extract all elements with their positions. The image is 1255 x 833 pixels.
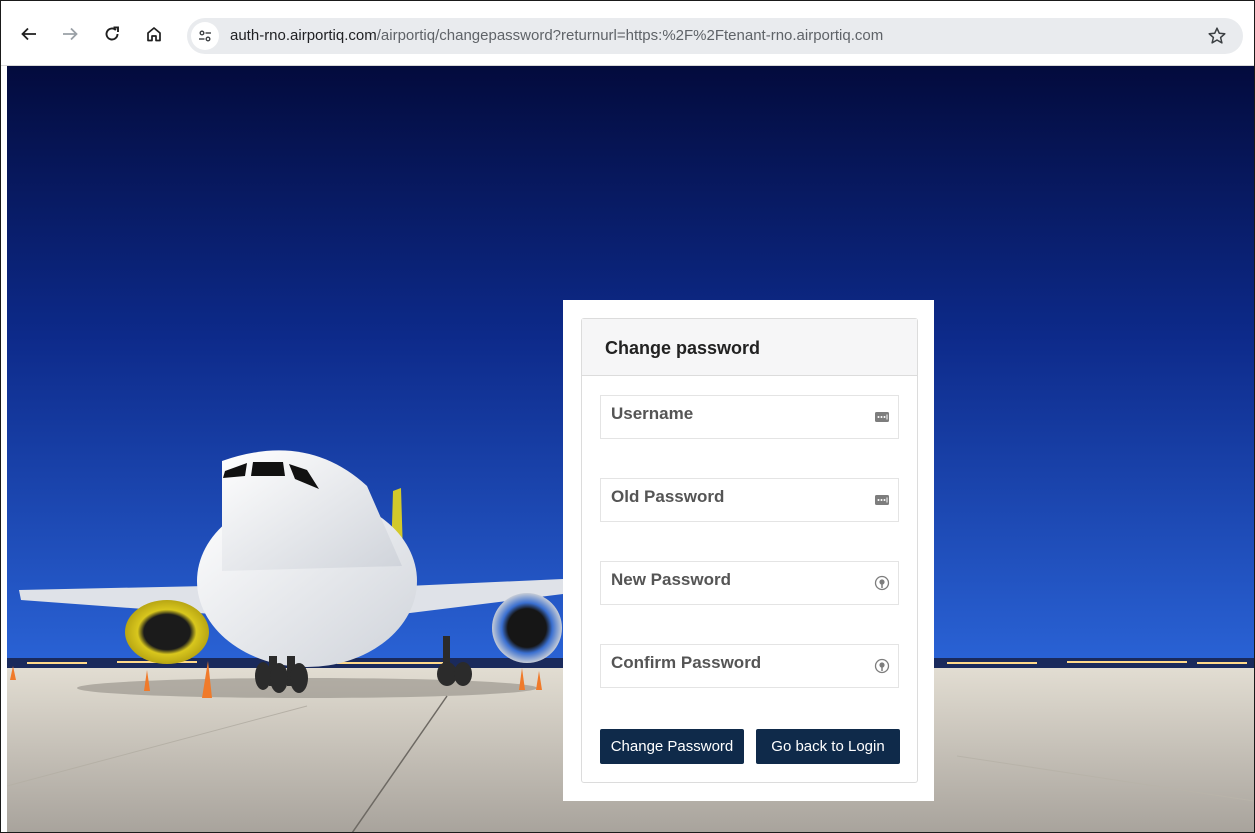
forward-button[interactable]	[59, 23, 81, 45]
browser-toolbar: auth-rno.airportiq.com/airportiq/changep…	[1, 1, 1254, 66]
old-password-field[interactable]: Old Password	[600, 478, 899, 522]
panel-title: Change password	[605, 338, 761, 358]
confirm-password-input[interactable]	[601, 645, 861, 685]
username-field[interactable]: Username	[600, 395, 899, 439]
reload-button[interactable]	[101, 23, 123, 45]
browser-window: auth-rno.airportiq.com/airportiq/changep…	[0, 0, 1255, 833]
password-generator-icon[interactable]	[874, 658, 890, 674]
new-password-field[interactable]: New Password	[600, 561, 899, 605]
home-icon	[147, 27, 161, 42]
username-input[interactable]	[601, 396, 861, 436]
site-settings-icon	[199, 30, 211, 42]
new-password-input[interactable]	[601, 562, 861, 602]
page-viewport: Change password Username Old Password Ne…	[7, 66, 1254, 832]
home-button[interactable]	[143, 23, 165, 45]
password-generator-icon[interactable]	[874, 575, 890, 591]
site-info-button[interactable]	[191, 22, 219, 50]
go-back-to-login-button[interactable]: Go back to Login	[756, 729, 900, 764]
change-password-button[interactable]: Change Password	[600, 729, 744, 764]
url-path: /airportiq/changepassword?returnurl=http…	[376, 27, 884, 44]
panel-header: Change password	[582, 319, 917, 376]
change-password-panel: Change password Username Old Password Ne…	[581, 318, 918, 783]
address-bar[interactable]: auth-rno.airportiq.com/airportiq/changep…	[187, 18, 1243, 54]
url-text: auth-rno.airportiq.com/airportiq/changep…	[230, 27, 883, 44]
password-manager-key-icon[interactable]	[874, 492, 890, 508]
reload-icon	[105, 26, 119, 41]
old-password-input[interactable]	[601, 479, 861, 519]
password-manager-key-icon[interactable]	[874, 409, 890, 425]
login-card: Change password Username Old Password Ne…	[563, 300, 934, 801]
star-icon[interactable]	[1207, 26, 1227, 46]
back-button[interactable]	[18, 23, 40, 45]
arrow-right-icon	[63, 27, 78, 41]
url-host: auth-rno.airportiq.com	[230, 27, 377, 44]
arrow-left-icon	[21, 27, 36, 41]
confirm-password-field[interactable]: Confirm Password	[600, 644, 899, 688]
